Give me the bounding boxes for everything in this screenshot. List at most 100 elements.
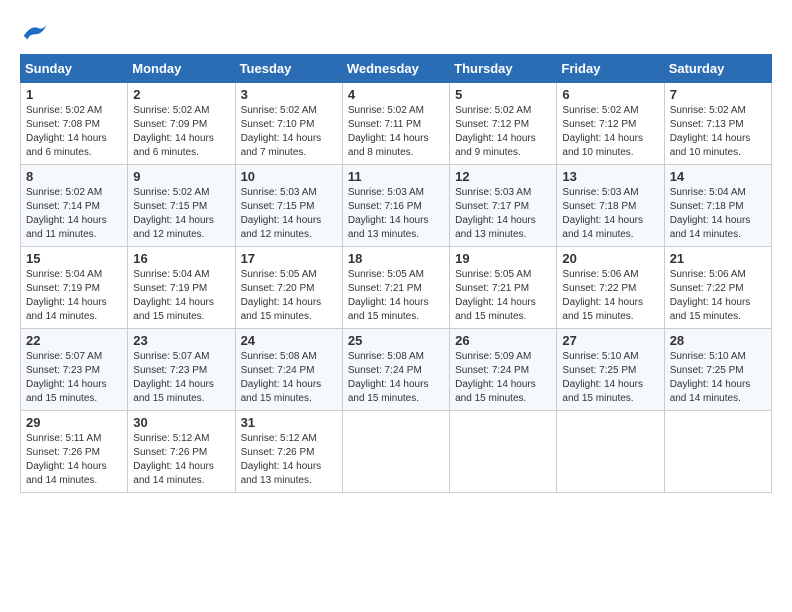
calendar-cell: 21 Sunrise: 5:06 AMSunset: 7:22 PMDayligh… xyxy=(664,247,771,329)
day-info: Sunrise: 5:05 AMSunset: 7:20 PMDaylight:… xyxy=(241,268,337,324)
day-info: Sunrise: 5:03 AMSunset: 7:15 PMDaylight:… xyxy=(241,186,337,242)
calendar-cell: 27Sunrise: 5:10 AMSunset: 7:25 PMDayligh… xyxy=(557,329,664,411)
calendar-cell xyxy=(450,411,557,493)
day-number: 3 xyxy=(241,87,337,102)
day-info: Sunrise: 5:05 AMSunset: 7:21 PMDaylight:… xyxy=(455,268,551,324)
day-number: 24 xyxy=(241,333,337,348)
day-info: Sunrise: 5:04 AMSunset: 7:19 PMDaylight:… xyxy=(133,268,229,324)
calendar-cell: 19 Sunrise: 5:05 AMSunset: 7:21 PMDayligh… xyxy=(450,247,557,329)
calendar-week-5: 29Sunrise: 5:11 AMSunset: 7:26 PMDayligh… xyxy=(21,411,772,493)
day-info: Sunrise: 5:03 AMSunset: 7:17 PMDaylight:… xyxy=(455,186,551,242)
calendar-week-4: 22 Sunrise: 5:07 AMSunset: 7:23 PMDayligh… xyxy=(21,329,772,411)
day-info: Sunrise: 5:08 AMSunset: 7:24 PMDaylight:… xyxy=(241,350,337,406)
calendar-cell: 11 Sunrise: 5:03 AMSunset: 7:16 PMDayligh… xyxy=(342,165,449,247)
day-number: 6 xyxy=(562,87,658,102)
calendar-cell: 1Sunrise: 5:02 AMSunset: 7:08 PMDaylight… xyxy=(21,83,128,165)
calendar-cell: 20 Sunrise: 5:06 AMSunset: 7:22 PMDayligh… xyxy=(557,247,664,329)
day-info: Sunrise: 5:06 AMSunset: 7:22 PMDaylight:… xyxy=(670,268,766,324)
calendar-cell: 24 Sunrise: 5:08 AMSunset: 7:24 PMDayligh… xyxy=(235,329,342,411)
day-number: 19 xyxy=(455,251,551,266)
calendar-cell: 9 Sunrise: 5:02 AMSunset: 7:15 PMDaylight… xyxy=(128,165,235,247)
day-number: 23 xyxy=(133,333,229,348)
calendar-cell: 13 Sunrise: 5:03 AMSunset: 7:18 PMDayligh… xyxy=(557,165,664,247)
day-number: 17 xyxy=(241,251,337,266)
day-number: 30 xyxy=(133,415,229,430)
calendar-cell: 16 Sunrise: 5:04 AMSunset: 7:19 PMDayligh… xyxy=(128,247,235,329)
day-info: Sunrise: 5:02 AMSunset: 7:14 PMDaylight:… xyxy=(26,186,122,242)
calendar-cell: 4 Sunrise: 5:02 AMSunset: 7:11 PMDaylight… xyxy=(342,83,449,165)
day-number: 9 xyxy=(133,169,229,184)
day-info: Sunrise: 5:04 AMSunset: 7:18 PMDaylight:… xyxy=(670,186,766,242)
day-number: 13 xyxy=(562,169,658,184)
day-number: 4 xyxy=(348,87,444,102)
day-info: Sunrise: 5:10 AMSunset: 7:25 PMDaylight:… xyxy=(562,350,658,406)
day-info: Sunrise: 5:03 AMSunset: 7:16 PMDaylight:… xyxy=(348,186,444,242)
header-thursday: Thursday xyxy=(450,55,557,83)
calendar-cell: 31Sunrise: 5:12 AMSunset: 7:26 PMDayligh… xyxy=(235,411,342,493)
day-info: Sunrise: 5:07 AMSunset: 7:23 PMDaylight:… xyxy=(26,350,122,406)
day-info: Sunrise: 5:02 AMSunset: 7:10 PMDaylight:… xyxy=(241,104,337,160)
calendar-cell: 14 Sunrise: 5:04 AMSunset: 7:18 PMDayligh… xyxy=(664,165,771,247)
day-number: 14 xyxy=(670,169,766,184)
calendar-cell: 18 Sunrise: 5:05 AMSunset: 7:21 PMDayligh… xyxy=(342,247,449,329)
calendar-header-row: SundayMondayTuesdayWednesdayThursdayFrid… xyxy=(21,55,772,83)
header-saturday: Saturday xyxy=(664,55,771,83)
day-info: Sunrise: 5:05 AMSunset: 7:21 PMDaylight:… xyxy=(348,268,444,324)
day-info: Sunrise: 5:03 AMSunset: 7:18 PMDaylight:… xyxy=(562,186,658,242)
calendar-cell: 7 Sunrise: 5:02 AMSunset: 7:13 PMDaylight… xyxy=(664,83,771,165)
calendar-cell: 22 Sunrise: 5:07 AMSunset: 7:23 PMDayligh… xyxy=(21,329,128,411)
calendar-cell: 2 Sunrise: 5:02 AMSunset: 7:09 PMDaylight… xyxy=(128,83,235,165)
day-number: 15 xyxy=(26,251,122,266)
day-info: Sunrise: 5:02 AMSunset: 7:08 PMDaylight:… xyxy=(26,104,122,160)
calendar-cell: 17 Sunrise: 5:05 AMSunset: 7:20 PMDayligh… xyxy=(235,247,342,329)
calendar-cell xyxy=(557,411,664,493)
calendar-cell: 6 Sunrise: 5:02 AMSunset: 7:12 PMDaylight… xyxy=(557,83,664,165)
day-number: 20 xyxy=(562,251,658,266)
calendar-cell: 23 Sunrise: 5:07 AMSunset: 7:23 PMDayligh… xyxy=(128,329,235,411)
page-header xyxy=(20,20,772,44)
calendar-cell: 26Sunrise: 5:09 AMSunset: 7:24 PMDayligh… xyxy=(450,329,557,411)
day-number: 25 xyxy=(348,333,444,348)
calendar-cell xyxy=(664,411,771,493)
day-number: 7 xyxy=(670,87,766,102)
day-info: Sunrise: 5:02 AMSunset: 7:12 PMDaylight:… xyxy=(562,104,658,160)
logo xyxy=(20,20,54,44)
day-number: 22 xyxy=(26,333,122,348)
header-sunday: Sunday xyxy=(21,55,128,83)
day-info: Sunrise: 5:02 AMSunset: 7:13 PMDaylight:… xyxy=(670,104,766,160)
day-number: 10 xyxy=(241,169,337,184)
calendar-cell: 28Sunrise: 5:10 AMSunset: 7:25 PMDayligh… xyxy=(664,329,771,411)
day-info: Sunrise: 5:02 AMSunset: 7:09 PMDaylight:… xyxy=(133,104,229,160)
calendar-week-2: 8 Sunrise: 5:02 AMSunset: 7:14 PMDaylight… xyxy=(21,165,772,247)
day-number: 11 xyxy=(348,169,444,184)
day-info: Sunrise: 5:12 AMSunset: 7:26 PMDaylight:… xyxy=(133,432,229,488)
calendar-cell: 30 Sunrise: 5:12 AMSunset: 7:26 PMDayligh… xyxy=(128,411,235,493)
calendar-cell: 29Sunrise: 5:11 AMSunset: 7:26 PMDayligh… xyxy=(21,411,128,493)
day-number: 21 xyxy=(670,251,766,266)
day-info: Sunrise: 5:02 AMSunset: 7:12 PMDaylight:… xyxy=(455,104,551,160)
calendar-week-3: 15 Sunrise: 5:04 AMSunset: 7:19 PMDayligh… xyxy=(21,247,772,329)
day-number: 12 xyxy=(455,169,551,184)
logo-bird-icon xyxy=(20,20,50,44)
calendar-cell: 5Sunrise: 5:02 AMSunset: 7:12 PMDaylight… xyxy=(450,83,557,165)
day-number: 31 xyxy=(241,415,337,430)
day-number: 26 xyxy=(455,333,551,348)
day-info: Sunrise: 5:02 AMSunset: 7:15 PMDaylight:… xyxy=(133,186,229,242)
calendar-cell: 25Sunrise: 5:08 AMSunset: 7:24 PMDayligh… xyxy=(342,329,449,411)
day-number: 18 xyxy=(348,251,444,266)
day-info: Sunrise: 5:06 AMSunset: 7:22 PMDaylight:… xyxy=(562,268,658,324)
calendar-table: SundayMondayTuesdayWednesdayThursdayFrid… xyxy=(20,54,772,493)
day-info: Sunrise: 5:07 AMSunset: 7:23 PMDaylight:… xyxy=(133,350,229,406)
day-number: 16 xyxy=(133,251,229,266)
calendar-cell: 15 Sunrise: 5:04 AMSunset: 7:19 PMDayligh… xyxy=(21,247,128,329)
day-info: Sunrise: 5:02 AMSunset: 7:11 PMDaylight:… xyxy=(348,104,444,160)
header-wednesday: Wednesday xyxy=(342,55,449,83)
day-number: 2 xyxy=(133,87,229,102)
header-tuesday: Tuesday xyxy=(235,55,342,83)
calendar-week-1: 1Sunrise: 5:02 AMSunset: 7:08 PMDaylight… xyxy=(21,83,772,165)
calendar-cell: 10 Sunrise: 5:03 AMSunset: 7:15 PMDayligh… xyxy=(235,165,342,247)
day-info: Sunrise: 5:11 AMSunset: 7:26 PMDaylight:… xyxy=(26,432,122,488)
header-monday: Monday xyxy=(128,55,235,83)
day-number: 8 xyxy=(26,169,122,184)
day-info: Sunrise: 5:04 AMSunset: 7:19 PMDaylight:… xyxy=(26,268,122,324)
